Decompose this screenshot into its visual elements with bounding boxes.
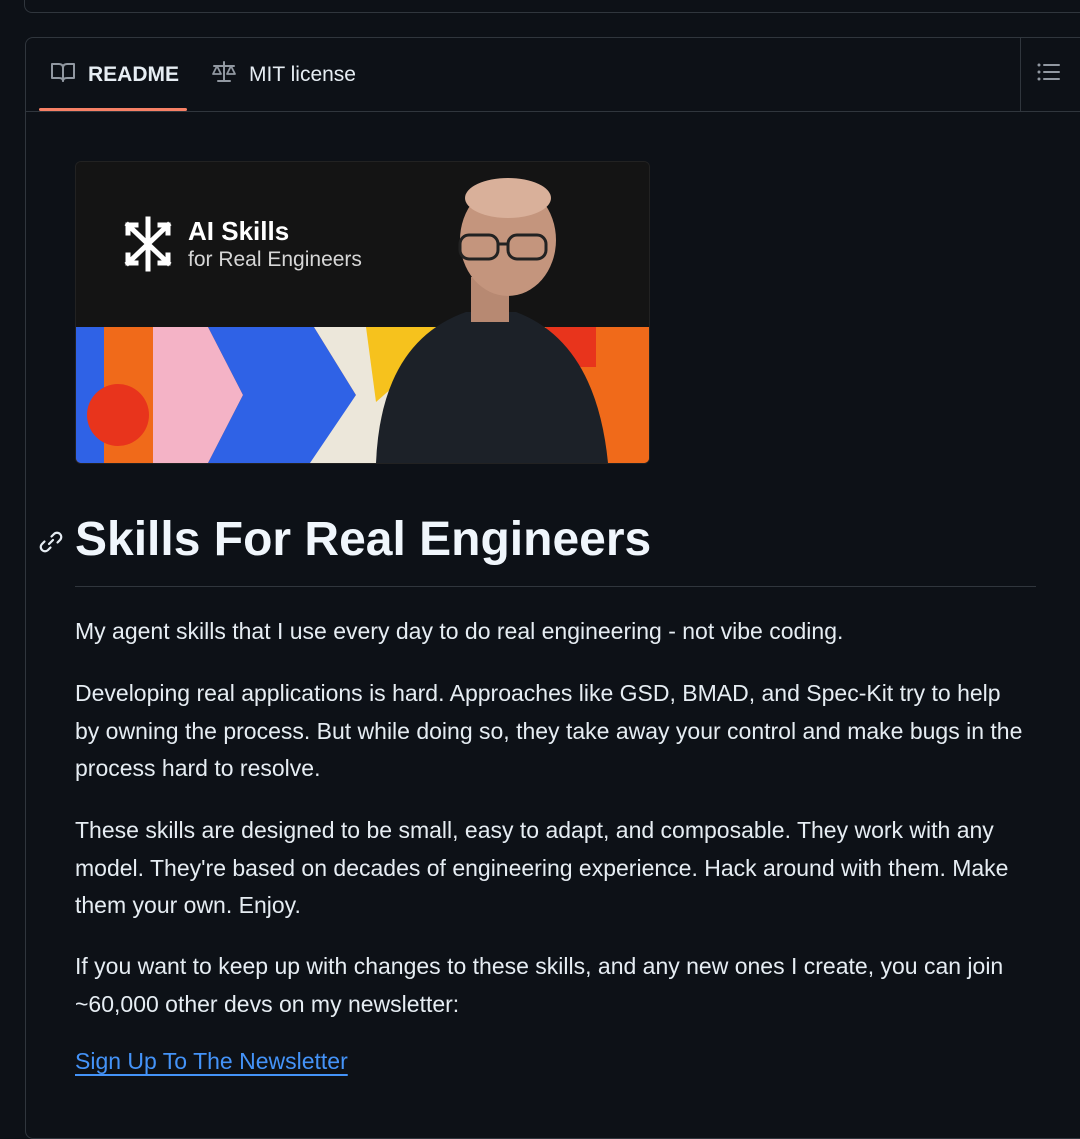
active-tab-indicator — [39, 108, 187, 111]
outline-button[interactable] — [1020, 38, 1077, 111]
tab-mit-license[interactable]: MIT license — [211, 38, 356, 111]
banner-title: AI Skills — [188, 216, 290, 246]
readme-tabbar: README MIT license — [26, 38, 1080, 112]
readme-paragraph: My agent skills that I use every day to … — [75, 618, 844, 644]
tab-readme-label: README — [88, 62, 180, 86]
heading-divider — [75, 586, 1036, 587]
list-icon — [1037, 62, 1061, 87]
readme-heading: Skills For Real Engineers — [75, 513, 652, 566]
heading-anchor-link[interactable] — [37, 528, 65, 556]
readme-paragraph: Developing real applications is hard. Ap… — [75, 680, 1023, 781]
banner-subtitle: for Real Engineers — [188, 248, 362, 271]
tab-license-label: MIT license — [249, 62, 356, 86]
readme-paragraph: If you want to keep up with changes to t… — [75, 953, 1004, 1017]
readme-banner-image: AI Skills for Real Engineers — [75, 161, 650, 464]
previous-panel — [24, 0, 1080, 13]
newsletter-link[interactable]: Sign Up To The Newsletter — [75, 1048, 348, 1075]
link-icon — [37, 531, 65, 560]
tab-readme[interactable]: README — [50, 38, 179, 111]
scale-icon — [211, 60, 237, 89]
book-icon — [50, 61, 76, 89]
readme-paragraph: These skills are designed to be small, e… — [75, 817, 1009, 918]
